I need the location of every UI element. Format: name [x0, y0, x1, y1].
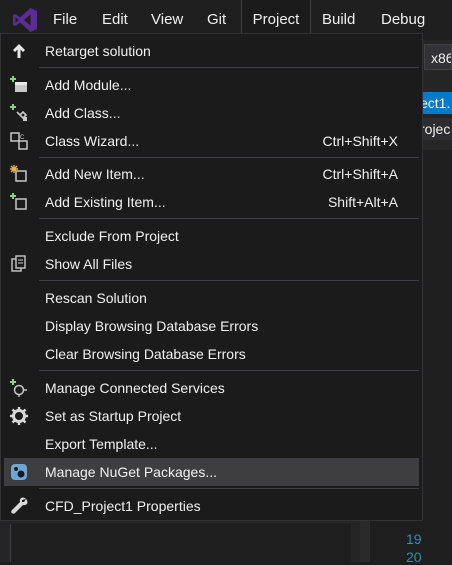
menu-item-clear-browsing-errors[interactable]: Clear Browsing Database Errors [4, 340, 419, 368]
menu-item-add-module[interactable]: Add Module... [4, 71, 419, 99]
menu-item-export-template[interactable]: Export Template... [4, 430, 419, 458]
menu-item-label: Export Template... [45, 436, 158, 452]
project-menu-dropdown: Retarget solution Add Module... Add Clas… [0, 33, 423, 521]
menu-item-label: Add Class... [45, 105, 121, 121]
menu-separator [39, 280, 419, 281]
menu-item-label: Manage Connected Services [45, 380, 225, 396]
menu-item-manage-connected-services[interactable]: Manage Connected Services [4, 374, 419, 402]
show-all-files-icon [10, 255, 28, 273]
menu-item-label: Retarget solution [45, 43, 151, 59]
menu-separator [39, 218, 419, 219]
nuget-icon [10, 463, 28, 481]
connected-services-icon [10, 379, 28, 397]
add-new-item-icon [10, 165, 28, 183]
menu-item-rescan-solution[interactable]: Rescan Solution [4, 284, 419, 312]
menu-item-label: Display Browsing Database Errors [45, 318, 259, 334]
menu-item-class-wizard[interactable]: C Class Wizard... Ctrl+Shift+X [4, 127, 419, 155]
wrench-icon [10, 497, 28, 515]
menu-item-add-class[interactable]: Add Class... [4, 99, 419, 127]
menu-item-shortcut: Ctrl+Shift+A [322, 166, 398, 182]
menu-item-display-browsing-errors[interactable]: Display Browsing Database Errors [4, 312, 419, 340]
add-module-icon [10, 76, 28, 94]
gear-icon [10, 407, 28, 425]
menu-item-label: Clear Browsing Database Errors [45, 346, 246, 362]
menu-item-label: CFD_Project1 Properties [45, 498, 201, 514]
menu-separator [39, 67, 419, 68]
menu-item-exclude-from-project[interactable]: Exclude From Project [4, 222, 419, 250]
menu-item-label: Manage NuGet Packages... [45, 464, 217, 480]
menu-item-label: Add Existing Item... [45, 194, 166, 210]
menu-item-label: Class Wizard... [45, 133, 140, 149]
menu-item-add-existing-item[interactable]: Add Existing Item... Shift+Alt+A [4, 188, 419, 216]
menu-item-manage-nuget-packages[interactable]: Manage NuGet Packages... [4, 458, 419, 486]
up-arrow-icon [10, 42, 28, 60]
menu-item-retarget-solution[interactable]: Retarget solution [4, 37, 419, 65]
add-existing-item-icon [10, 193, 28, 211]
menu-item-label: Exclude From Project [45, 228, 179, 244]
menu-separator [39, 157, 419, 158]
class-wizard-icon: C [10, 132, 28, 150]
menu-item-label: Add Module... [45, 77, 132, 93]
line-number: 19 [406, 531, 422, 547]
menu-separator [39, 370, 419, 371]
menu-item-label: Rescan Solution [45, 290, 147, 306]
menu-item-label: Set as Startup Project [45, 408, 182, 424]
menu-item-project-properties[interactable]: CFD_Project1 Properties [4, 492, 419, 520]
menu-item-label: Show All Files [45, 256, 133, 272]
solution-explorer-tree[interactable] [10, 524, 351, 562]
menu-item-set-startup-project[interactable]: Set as Startup Project [4, 402, 419, 430]
add-class-icon [10, 104, 28, 122]
menu-item-shortcut: Ctrl+Shift+X [322, 133, 398, 149]
svg-text:C: C [20, 135, 25, 141]
menu-item-shortcut: Shift+Alt+A [327, 194, 398, 210]
menu-separator [39, 488, 419, 489]
menu-item-label: Add New Item... [45, 166, 145, 182]
menu-item-add-new-item[interactable]: Add New Item... Ctrl+Shift+A [4, 160, 419, 188]
menu-item-show-all-files[interactable]: Show All Files [4, 250, 419, 278]
platform-dropdown[interactable]: x86 [424, 44, 452, 70]
visual-studio-logo-icon[interactable] [12, 7, 38, 33]
line-number: 20 [406, 549, 422, 565]
